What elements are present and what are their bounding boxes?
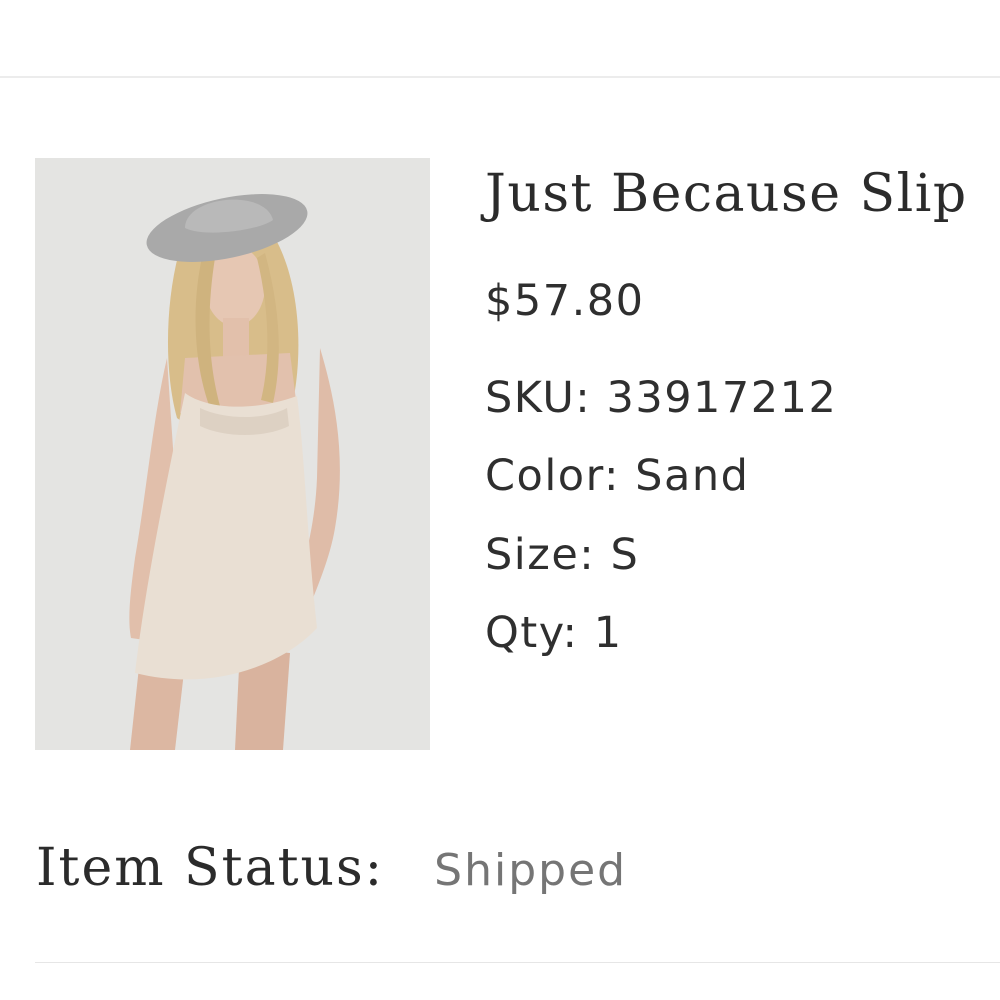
- size-line: Size: S: [485, 530, 639, 580]
- product-image[interactable]: [35, 158, 430, 750]
- size-label: Size:: [485, 530, 596, 580]
- size-value: S: [610, 530, 640, 580]
- color-value: Sand: [635, 451, 750, 501]
- sku-label: SKU:: [485, 373, 592, 423]
- item-status-value: Shipped: [434, 845, 628, 896]
- sku-value: 33917212: [606, 373, 838, 423]
- sku-line: SKU: 33917212: [485, 373, 837, 423]
- order-item-page: Just Because Slip $57.80 SKU: 33917212 C…: [0, 0, 1000, 1000]
- product-price: $57.80: [485, 276, 645, 326]
- qty-label: Qty:: [485, 608, 579, 658]
- item-status-label: Item Status:: [36, 838, 385, 898]
- product-name[interactable]: Just Because Slip: [485, 164, 968, 224]
- qty-line: Qty: 1: [485, 608, 623, 658]
- qty-value: 1: [593, 608, 623, 658]
- product-photo-illustration: [35, 158, 430, 750]
- color-label: Color:: [485, 451, 620, 501]
- top-divider: [0, 76, 1000, 78]
- item-status-row: Item Status: Shipped: [36, 838, 627, 898]
- color-line: Color: Sand: [485, 451, 749, 501]
- bottom-divider: [35, 962, 1000, 963]
